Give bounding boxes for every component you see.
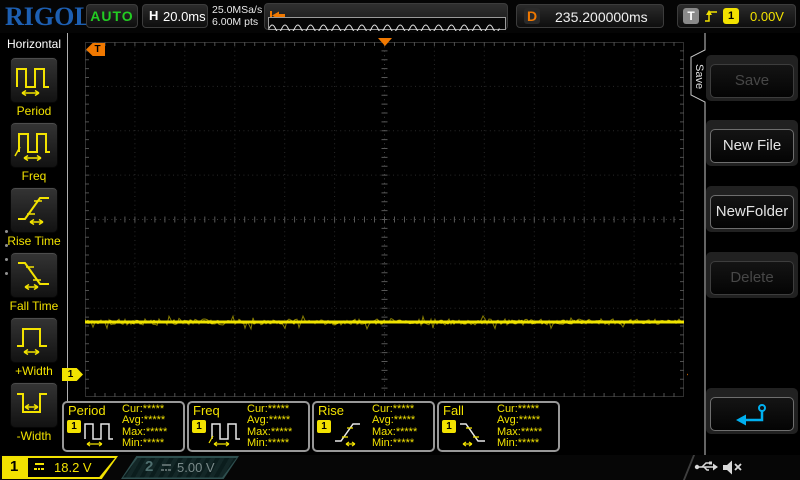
trigger-source-badge: 1 [723, 8, 739, 24]
channel-badge: 1 [317, 420, 331, 433]
measurement-stats: Cur:***** Avg:***** Max:***** Min:***** [497, 403, 543, 449]
measurement-stats: Cur:***** Avg:***** Max:***** Min:***** [372, 403, 418, 449]
scroll-indicator-dots [5, 230, 8, 286]
top-status-bar: RIGOL AUTO H 20.0ms 25.0MSa/s 6.00M pts … [0, 0, 800, 33]
trigger-time-marker [378, 38, 392, 46]
channel2-scale: 5.00 V [177, 460, 215, 475]
menu-item-label: -Width [16, 429, 52, 443]
freq-icon [10, 122, 58, 168]
new-file-button[interactable]: New File [710, 129, 794, 163]
speaker-muted-icon [723, 460, 742, 475]
measurement-stats: Cur:***** Avg:***** Max:***** Min:***** [122, 403, 168, 449]
usb-icon [694, 461, 718, 471]
measurement-panel-fall[interactable]: Fall 1 Cur:***** Avg:***** Max:***** Min:*… [437, 401, 560, 452]
measurement-panel-rise[interactable]: Rise 1 Cur:***** Avg:***** Max:***** Min:*… [312, 401, 435, 452]
rise-measure-icon [332, 418, 370, 453]
channel1-number: 1 [10, 458, 19, 475]
left-menu-divider [67, 33, 68, 401]
trigger-level-value: 0.00V [750, 9, 784, 24]
left-menu: Horizontal Period Freq Rise Time Fall Ti… [0, 33, 68, 455]
minus-width-icon [10, 382, 58, 428]
channel1-ground-marker: 1 [62, 368, 83, 381]
measurement-name: Freq [193, 403, 220, 418]
memory-depth: 6.00M pts [212, 16, 259, 28]
left-menu-title: Horizontal [6, 37, 62, 51]
sample-rate: 25.0MSa/s [212, 4, 263, 16]
rising-edge-icon [705, 10, 717, 22]
softkey-new-file: New File [706, 120, 798, 166]
run-status-badge[interactable]: AUTO [86, 4, 138, 28]
menu-item-minus-width[interactable]: -Width [0, 382, 68, 444]
measurement-panel-period[interactable]: Period 1 Cur:***** Avg:***** Max:***** Min… [62, 401, 185, 452]
plus-width-icon [10, 317, 58, 363]
fall-time-icon [10, 252, 58, 298]
dc-coupling-icon [161, 463, 173, 473]
channel-badge: 1 [192, 420, 206, 433]
save-button[interactable]: Save [710, 64, 794, 98]
waveform-preview[interactable] [264, 3, 508, 33]
channel1-scale: 18.2 V [54, 460, 92, 475]
menu-item-label: Period [16, 104, 52, 118]
menu-item-label: Rise Time [7, 234, 61, 248]
softkey-delete: Delete [706, 252, 798, 298]
graticule [85, 42, 684, 397]
channel-badge: 1 [442, 420, 456, 433]
menu-tab-save: Save [693, 64, 705, 90]
softkey-back [706, 388, 798, 434]
acquisition-info: 25.0MSa/s 6.00M pts [212, 4, 262, 28]
oscilloscope-screen: RIGOL AUTO H 20.0ms 25.0MSa/s 6.00M pts … [0, 0, 800, 480]
measurement-name: Period [68, 403, 106, 418]
trigger-label: T [683, 8, 699, 24]
return-arrow-icon [736, 404, 766, 426]
rise-time-icon [10, 187, 58, 233]
channel-badge: 1 [67, 420, 81, 433]
channel1-trace [85, 314, 684, 331]
delay-value: 235.200000ms [555, 9, 648, 25]
channel1-label[interactable]: 1 18.2 V [2, 456, 118, 479]
menu-item-label: Freq [21, 169, 47, 183]
period-measure-icon [82, 418, 120, 453]
softkey-save: Save [706, 55, 798, 101]
preview-wave [268, 24, 500, 33]
menu-item-rise-time[interactable]: Rise Time [0, 187, 68, 249]
bottom-status-bar: 1 18.2 V 2 5.00 V [0, 455, 800, 480]
fall-measure-icon [457, 418, 495, 453]
menu-item-label: +Width [15, 364, 53, 378]
delay-box[interactable]: D 235.200000ms [516, 4, 664, 28]
measurement-name: Fall [443, 403, 464, 418]
menu-item-fall-time[interactable]: Fall Time [0, 252, 68, 314]
delete-button[interactable]: Delete [710, 261, 794, 295]
back-button[interactable] [710, 397, 794, 431]
trigger-box[interactable]: T 1 0.00V [677, 4, 796, 28]
measurement-panel-freq[interactable]: Freq 1 Cur:***** Avg:***** Max:***** Min:*… [187, 401, 310, 452]
horizontal-label: H [149, 8, 159, 23]
rigol-logo: RIGOL [5, 2, 92, 31]
period-icon [10, 57, 58, 103]
channel2-number: 2 [145, 458, 154, 475]
preview-window [268, 17, 506, 33]
delay-label: D [524, 8, 540, 24]
menu-item-label: Fall Time [9, 299, 59, 313]
horizontal-scale-value: 20.0ms [163, 9, 206, 24]
measurement-stats: Cur:***** Avg:***** Max:***** Min:***** [247, 403, 293, 449]
channel2-label[interactable]: 2 5.00 V [121, 456, 239, 479]
freq-measure-icon [207, 418, 245, 453]
softkey-new-folder: NewFolder [706, 186, 798, 232]
measurement-name: Rise [318, 403, 345, 418]
menu-item-period[interactable]: Period [0, 57, 68, 119]
menu-item-freq[interactable]: Freq [0, 122, 68, 184]
right-menu: Save Save New File NewFolder Delete [688, 33, 800, 455]
menu-item-plus-width[interactable]: +Width [0, 317, 68, 379]
dc-coupling-icon [34, 462, 46, 472]
new-folder-button[interactable]: NewFolder [710, 195, 794, 229]
horizontal-scale-box[interactable]: H 20.0ms [142, 4, 208, 28]
